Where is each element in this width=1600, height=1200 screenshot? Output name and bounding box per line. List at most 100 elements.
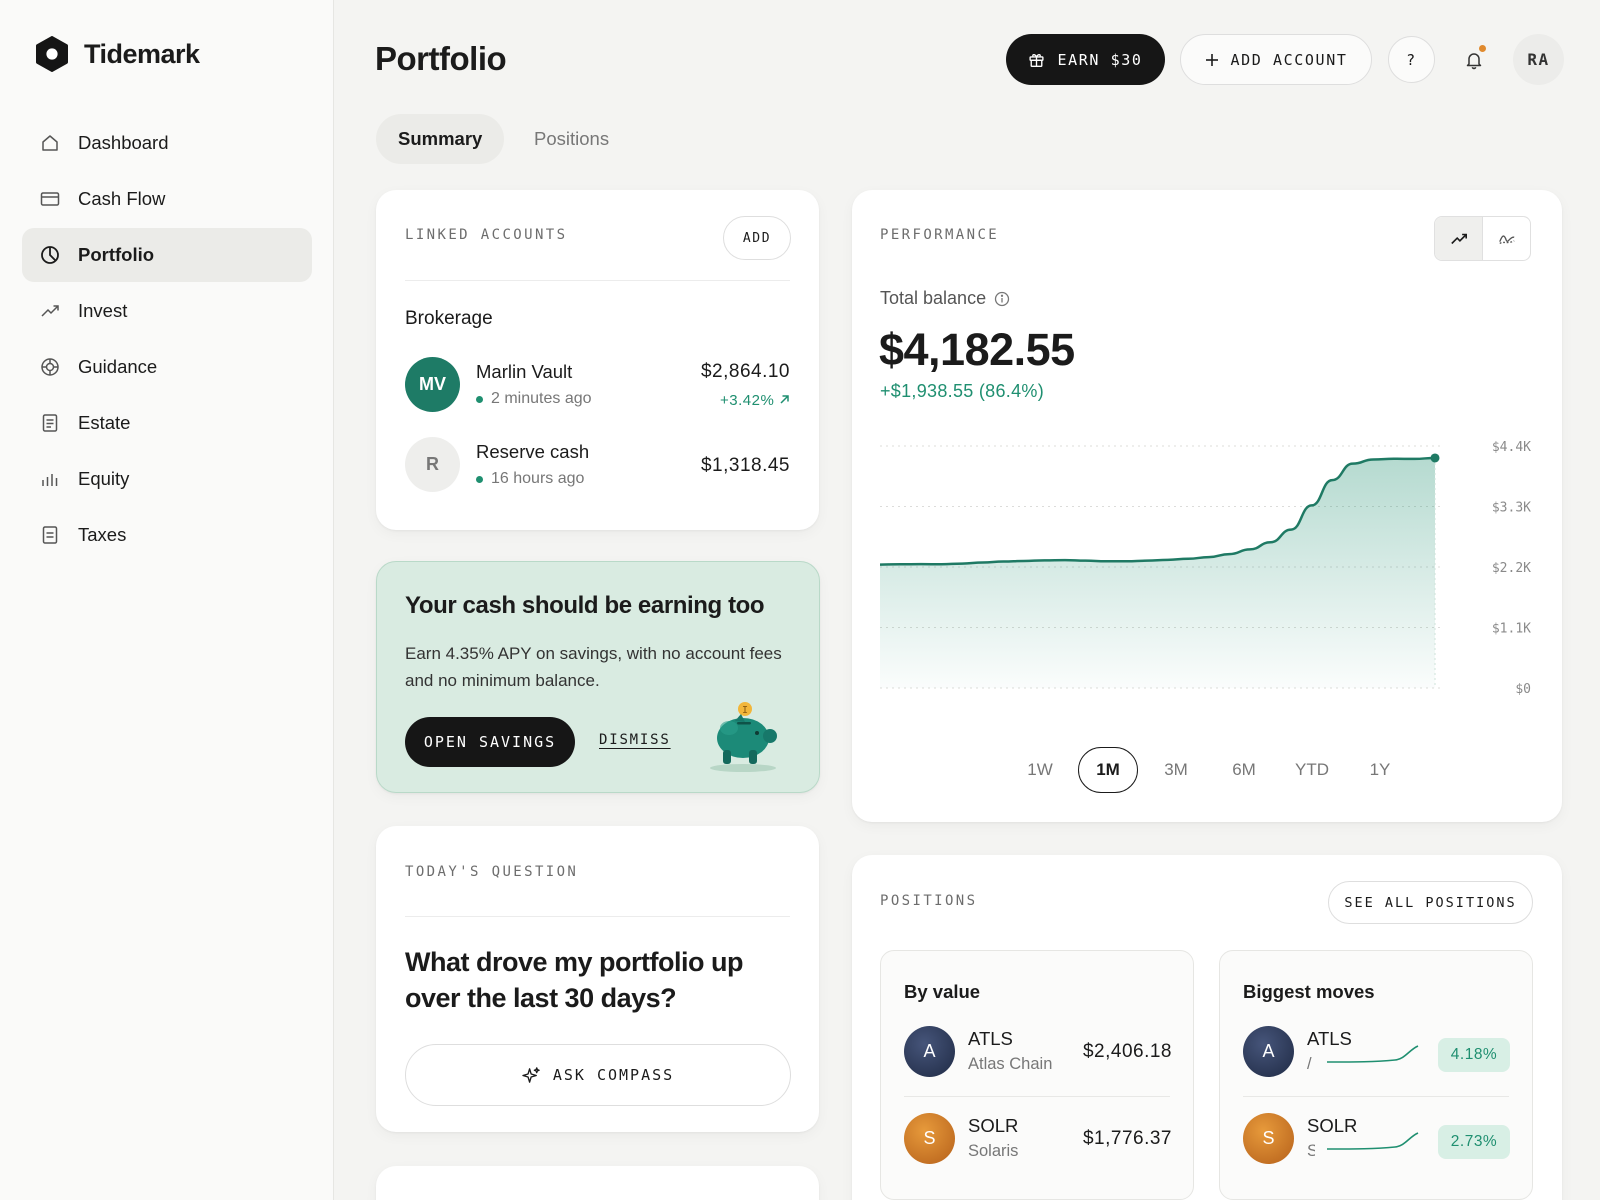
question-text: What drove my portfolio up over the last…: [405, 947, 744, 1013]
help-label: ?: [1406, 50, 1417, 69]
arrow-up-right-icon: [780, 395, 789, 404]
range-1w-button[interactable]: 1W: [1010, 747, 1070, 793]
help-button[interactable]: ?: [1388, 36, 1435, 83]
range-3m-button[interactable]: 3M: [1146, 747, 1206, 793]
card-icon: [39, 189, 60, 210]
sparkline: [1326, 1132, 1419, 1150]
card-label: POSITIONS: [880, 893, 978, 909]
divider: [405, 916, 790, 917]
tab-summary[interactable]: Summary: [376, 114, 505, 164]
position-value: $2,406.18: [1082, 1041, 1172, 1062]
user-avatar[interactable]: RA: [1513, 34, 1564, 85]
panel-title: By value: [904, 981, 981, 1002]
account-updated: 16 hours ago: [476, 470, 584, 488]
add-account-label: ADD ACCOUNT: [1230, 50, 1348, 69]
position-row[interactable]: S SOLR Solaris $1,776.37: [904, 1113, 1172, 1165]
home-icon: [39, 133, 60, 154]
sidebar-item-guidance[interactable]: Guidance: [22, 340, 312, 394]
account-change-text: +3.42%: [720, 392, 775, 409]
notifications-button[interactable]: [1454, 40, 1494, 80]
ticker-avatar: A: [1243, 1026, 1294, 1077]
sidebar-item-estate[interactable]: Estate: [22, 396, 312, 450]
sidebar-item-label: Taxes: [78, 524, 127, 545]
add-linked-account-button[interactable]: ADD: [723, 216, 791, 260]
dismiss-button[interactable]: DISMISS: [599, 732, 671, 748]
earn-label: EARN $30: [1057, 50, 1143, 69]
logo-icon: [36, 36, 68, 72]
account-row[interactable]: MV Marlin Vault 2 minutes ago $2,864.10 …: [405, 357, 790, 413]
bell-icon: [1466, 53, 1482, 70]
status-dot: [476, 395, 483, 403]
company-name: Atlas Chain: [968, 1055, 1053, 1073]
ticker: SOLR: [968, 1115, 1019, 1136]
ticker-avatar: S: [904, 1113, 955, 1164]
card-label: LINKED ACCOUNTS: [405, 227, 568, 243]
divider: [1243, 1096, 1509, 1097]
panel-title: Biggest moves: [1243, 981, 1375, 1002]
account-updated-text: 16 hours ago: [491, 470, 585, 487]
app-logo[interactable]: Tidemark: [34, 36, 200, 72]
sidebar-item-label: Cash Flow: [78, 188, 166, 209]
company-name: Solaris: [968, 1142, 1019, 1160]
balance-area: [880, 457, 1435, 688]
svg-text:I: I: [742, 705, 748, 716]
promo-body: Earn 4.35% APY on savings, with no accou…: [405, 644, 782, 690]
account-name: Reserve cash: [476, 441, 590, 462]
document-icon: [39, 413, 60, 434]
sidebar-item-dashboard[interactable]: Dashboard: [22, 116, 312, 170]
account-avatar: R: [405, 437, 460, 492]
move-row[interactable]: A ATLS / 4.18%: [1243, 1026, 1511, 1078]
ask-compass-button[interactable]: ASK COMPASS: [405, 1044, 791, 1106]
by-value-panel: By value A ATLS Atlas Chain $2,406.18 S …: [880, 950, 1194, 1200]
sidebar-item-taxes[interactable]: Taxes: [22, 508, 312, 562]
piggy-bank-icon: I: [710, 702, 777, 772]
account-amount: $1,318.45: [700, 455, 790, 476]
divider: [405, 280, 790, 281]
card-label: TODAY'S QUESTION: [405, 864, 579, 880]
range-6m-button[interactable]: 6M: [1214, 747, 1274, 793]
divider: [904, 1096, 1170, 1097]
page-title: Portfolio: [375, 40, 507, 77]
ask-compass-label: ASK COMPASS: [552, 1066, 675, 1084]
sidebar-item-portfolio[interactable]: Portfolio: [22, 228, 312, 282]
y-tick-label: $4.4K: [1492, 440, 1531, 455]
account-updated: 2 minutes ago: [476, 390, 592, 408]
move-percent-badge: 4.18%: [1438, 1038, 1510, 1072]
account-row[interactable]: R Reserve cash 16 hours ago $1,318.45: [405, 437, 790, 493]
next-card: [376, 1166, 819, 1200]
sidebar-item-label: Dashboard: [78, 132, 169, 153]
open-savings-button[interactable]: OPEN SAVINGS: [405, 717, 575, 767]
savings-promo-card: Your cash should be earning too Earn 4.3…: [376, 561, 820, 793]
y-tick-label: $1.1K: [1492, 622, 1531, 637]
sparkline: [1326, 1045, 1419, 1063]
current-value-point[interactable]: [1430, 453, 1440, 463]
ticker-avatar: A: [904, 1026, 955, 1077]
positions-card: POSITIONS SEE ALL POSITIONS By value A A…: [852, 855, 1562, 1200]
time-range-selector: 1W 1M 3M 6M YTD 1Y: [1010, 747, 1410, 793]
move-row[interactable]: S SOLR S 2.73%: [1243, 1113, 1511, 1165]
performance-card: PERFORMANCE Total balance $4,182.55 +$1,…: [852, 190, 1562, 822]
tab-positions[interactable]: Positions: [512, 114, 631, 164]
sidebar-item-label: Portfolio: [78, 244, 155, 265]
receipt-icon: [39, 525, 60, 546]
sparkle-icon: [522, 1066, 540, 1083]
account-amount: $2,864.10: [700, 361, 790, 382]
sidebar-item-cash-flow[interactable]: Cash Flow: [22, 172, 312, 226]
earn-button[interactable]: EARN $30: [1006, 34, 1165, 85]
range-1m-button[interactable]: 1M: [1078, 747, 1138, 793]
range-1y-button[interactable]: 1Y: [1350, 747, 1410, 793]
sidebar-item-label: Invest: [78, 300, 128, 321]
sidebar-item-equity[interactable]: Equity: [22, 452, 312, 506]
y-tick-label: $3.3K: [1492, 501, 1531, 516]
notification-dot: [1479, 45, 1486, 52]
trend-icon: [39, 301, 60, 322]
app-name: Tidemark: [84, 38, 200, 69]
gift-icon: [1029, 53, 1045, 67]
promo-title: Your cash should be earning too: [405, 592, 765, 619]
see-all-positions-button[interactable]: SEE ALL POSITIONS: [1328, 881, 1533, 924]
sidebar-item-invest[interactable]: Invest: [22, 284, 312, 338]
performance-chart[interactable]: $4.4K $3.3K $2.2K $1.1K $0: [852, 190, 1562, 750]
position-row[interactable]: A ATLS Atlas Chain $2,406.18: [904, 1026, 1172, 1078]
range-ytd-button[interactable]: YTD: [1282, 747, 1342, 793]
add-account-button[interactable]: ADD ACCOUNT: [1180, 34, 1372, 85]
